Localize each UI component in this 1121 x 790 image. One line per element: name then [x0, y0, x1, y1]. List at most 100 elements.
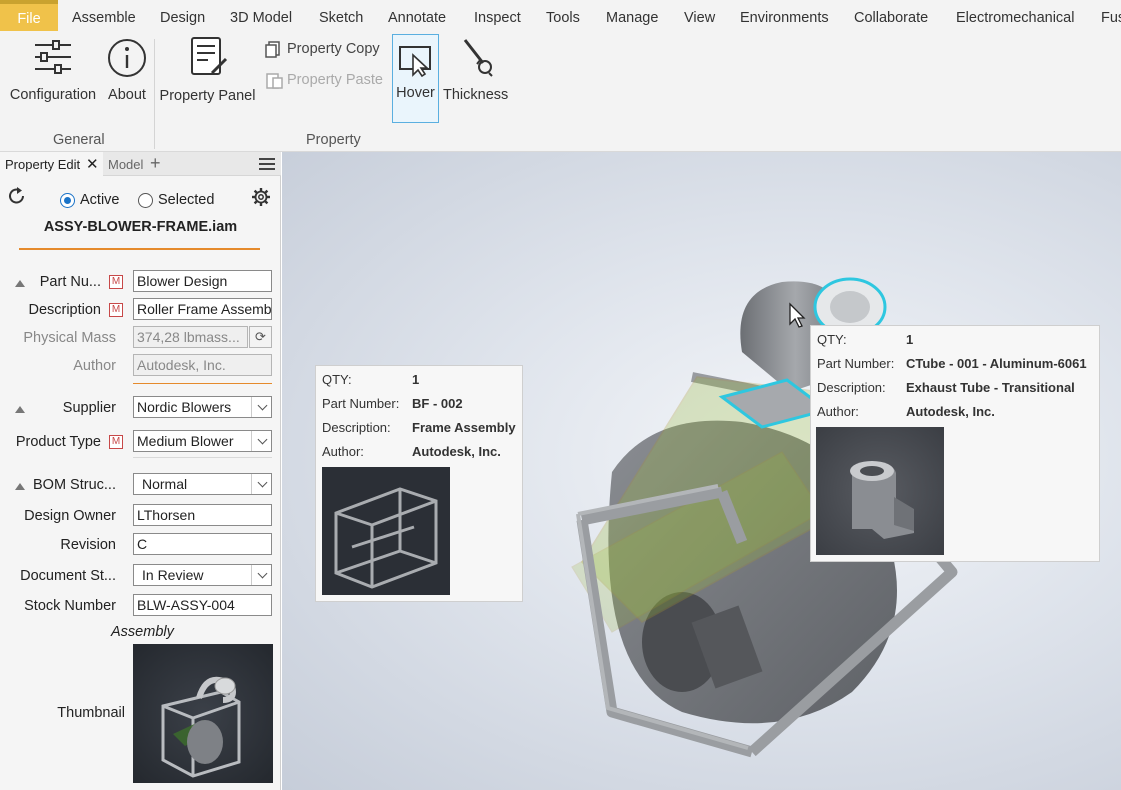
- menu-assemble[interactable]: Assemble: [72, 0, 136, 31]
- mandatory-badge: M: [109, 275, 123, 289]
- menu-fusion[interactable]: Fus: [1101, 0, 1121, 31]
- part-number-label: Part Number:: [817, 356, 895, 371]
- qty-label: QTY:: [322, 372, 352, 387]
- description-field[interactable]: Roller Frame Assembly: [133, 298, 272, 320]
- gear-icon[interactable]: [251, 187, 271, 207]
- author-value: Autodesk, Inc.: [412, 444, 501, 459]
- property-copy-button[interactable]: Property Copy: [265, 40, 380, 58]
- ribbon: Configuration About General Property Pan…: [0, 31, 1121, 152]
- thickness-button[interactable]: Thickness: [443, 37, 509, 104]
- description-label: Description:: [817, 380, 886, 395]
- hamburger-menu-icon[interactable]: [259, 158, 275, 170]
- 3d-viewport[interactable]: QTY: 1 Part Number: BF - 002 Description…: [282, 152, 1121, 790]
- physical-mass-field: 374,28 lbmass...: [133, 326, 248, 348]
- radio-selected-label: Selected: [158, 192, 215, 208]
- close-icon[interactable]: ✕: [86, 152, 99, 177]
- document-status-select[interactable]: In Review: [133, 564, 272, 586]
- active-filename: ASSY-BLOWER-FRAME.iam: [43, 219, 238, 235]
- qty-value: 1: [412, 372, 420, 387]
- row-product-type: Product Type M Medium Blower: [0, 430, 281, 456]
- menu-file[interactable]: File: [0, 0, 58, 31]
- menu-annotate[interactable]: Annotate: [388, 0, 446, 31]
- property-paste-button[interactable]: Property Paste: [265, 71, 383, 89]
- description-label: Description:: [322, 420, 391, 435]
- tab-property-edit[interactable]: Property Edit ✕: [0, 152, 103, 176]
- menu-sketch[interactable]: Sketch: [319, 0, 363, 31]
- qty-label: QTY:: [817, 332, 847, 347]
- supplier-select[interactable]: Nordic Blowers: [133, 396, 272, 418]
- assembly-thumbnail: [133, 644, 273, 783]
- menu-manage[interactable]: Manage: [606, 0, 658, 31]
- document-status-value: In Review: [142, 567, 204, 583]
- paste-icon: [266, 73, 283, 89]
- group-divider: [133, 383, 272, 384]
- row-description: Description M Roller Frame Assembly: [0, 298, 281, 324]
- menu-inspect[interactable]: Inspect: [474, 0, 521, 31]
- revision-label: Revision: [60, 537, 116, 553]
- qty-value: 1: [906, 332, 914, 347]
- stock-number-field[interactable]: BLW-ASSY-004: [133, 594, 272, 616]
- assembly-caption: Assembly: [111, 624, 174, 640]
- frame-thumbnail: [322, 467, 450, 595]
- menu-3d-model[interactable]: 3D Model: [230, 0, 292, 31]
- thickness-label: Thickness: [443, 87, 509, 103]
- menu-design[interactable]: Design: [160, 0, 205, 31]
- info-icon: [108, 39, 146, 77]
- menu-tools[interactable]: Tools: [546, 0, 580, 31]
- update-mass-icon[interactable]: ⟳: [249, 326, 272, 348]
- menu-environments[interactable]: Environments: [740, 0, 829, 31]
- description-value: Frame Assembly: [412, 420, 516, 435]
- chevron-down-icon: [257, 568, 268, 579]
- about-button[interactable]: About: [104, 37, 150, 104]
- group-property-label: Property: [306, 132, 361, 148]
- refresh-icon[interactable]: [7, 186, 27, 206]
- stock-number-label: Stock Number: [24, 598, 116, 614]
- property-panel-button[interactable]: Property Panel: [159, 35, 256, 105]
- property-edit-panel: Property Edit ✕ Model + Active Selected …: [0, 152, 281, 790]
- bom-structure-select[interactable]: Normal: [133, 473, 272, 495]
- frame-thumbnail-image: [334, 487, 438, 589]
- hover-label: Hover: [396, 85, 435, 101]
- configuration-button[interactable]: Configuration: [7, 37, 99, 104]
- part-number-label: Part Number:: [322, 396, 400, 411]
- collapse-triangle-icon[interactable]: [15, 483, 25, 490]
- tab-model[interactable]: Model: [108, 152, 143, 176]
- menu-collaborate[interactable]: Collaborate: [854, 0, 928, 31]
- group-general-label: General: [53, 132, 105, 148]
- collapse-triangle-icon[interactable]: [15, 280, 25, 287]
- sliders-icon: [35, 40, 71, 74]
- radio-active-circle: [60, 193, 75, 208]
- physical-mass-label: Physical Mass: [23, 330, 116, 346]
- thickness-icon: [463, 39, 493, 77]
- hover-button[interactable]: Hover: [392, 34, 439, 123]
- menu-bar: File Assemble Design 3D Model Sketch Ann…: [0, 0, 1121, 31]
- group-divider: [133, 457, 272, 458]
- bom-structure-label: BOM Struc...: [33, 477, 116, 493]
- product-type-value: Medium Blower: [137, 433, 234, 449]
- collapse-triangle-icon[interactable]: [15, 406, 25, 413]
- add-tab-icon[interactable]: +: [150, 152, 161, 176]
- bom-structure-value: Normal: [142, 476, 188, 492]
- chevron-down-icon: [257, 434, 268, 445]
- tube-thumbnail-image: [850, 461, 914, 539]
- row-author: Author Autodesk, Inc.: [0, 354, 281, 380]
- revision-field[interactable]: C: [133, 533, 272, 555]
- form-edit-icon: [190, 37, 227, 75]
- design-owner-field[interactable]: LThorsen: [133, 504, 272, 526]
- menu-view[interactable]: View: [684, 0, 715, 31]
- radio-active-label: Active: [80, 192, 120, 208]
- row-bom-structure: BOM Struc... Normal: [0, 473, 281, 499]
- product-type-select[interactable]: Medium Blower: [133, 430, 272, 452]
- assembly-thumbnail-image: [161, 676, 241, 778]
- ribbon-separator: [154, 39, 155, 149]
- tube-thumbnail: [816, 427, 944, 555]
- thumbnail-label: Thumbnail: [57, 705, 125, 721]
- row-supplier: Supplier Nordic Blowers: [0, 396, 281, 422]
- author-label: Author:: [322, 444, 364, 459]
- description-value: Exhaust Tube - Transitional: [906, 380, 1075, 395]
- mandatory-badge: M: [109, 435, 123, 449]
- menu-electromechanical[interactable]: Electromechanical: [956, 0, 1074, 31]
- property-paste-label: Property Paste: [287, 71, 383, 88]
- part-number-field[interactable]: Blower Design: [133, 270, 272, 292]
- row-stock-number: Stock Number BLW-ASSY-004: [0, 594, 281, 620]
